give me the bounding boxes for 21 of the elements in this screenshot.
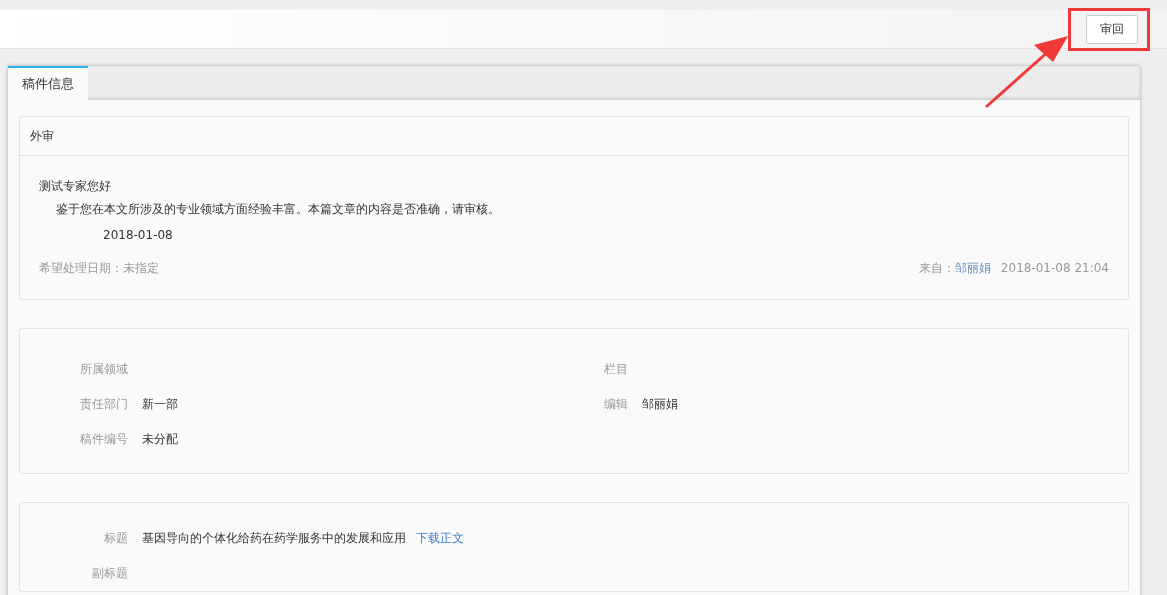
field-value: 邹丽娟: [642, 396, 678, 413]
field-value: 基因导向的个体化给药在药学服务中的发展和应用: [142, 530, 406, 547]
recall-button[interactable]: 审回: [1086, 14, 1138, 44]
field-label: 稿件编号: [79, 431, 129, 448]
field-value: 未分配: [142, 431, 178, 448]
greeting-text: 测试专家您好: [39, 178, 112, 195]
field-label: 标题: [103, 530, 129, 547]
field-label: 栏目: [603, 361, 629, 378]
from-label: 来自：: [918, 261, 955, 275]
field-label: 编辑: [603, 396, 629, 413]
download-link[interactable]: 下载正文: [416, 521, 464, 556]
message-text: 鉴于您在本文所涉及的专业领域方面经验丰富。本篇文章的内容是否准确，请审核。: [55, 201, 501, 218]
card-title: 外审: [20, 117, 1128, 156]
field-label: 责任部门: [79, 396, 129, 413]
tab[interactable]: 稿件信息: [8, 66, 88, 100]
field-label: 所属领域: [79, 361, 129, 378]
message-date: 2018-01-08: [102, 227, 174, 244]
timestamp: 2018-01-08 21:04: [1000, 261, 1109, 275]
due-date-text: 希望处理日期：未指定: [39, 260, 159, 277]
field-value: 新一部: [142, 396, 178, 413]
field-label: 副标题: [91, 565, 129, 582]
